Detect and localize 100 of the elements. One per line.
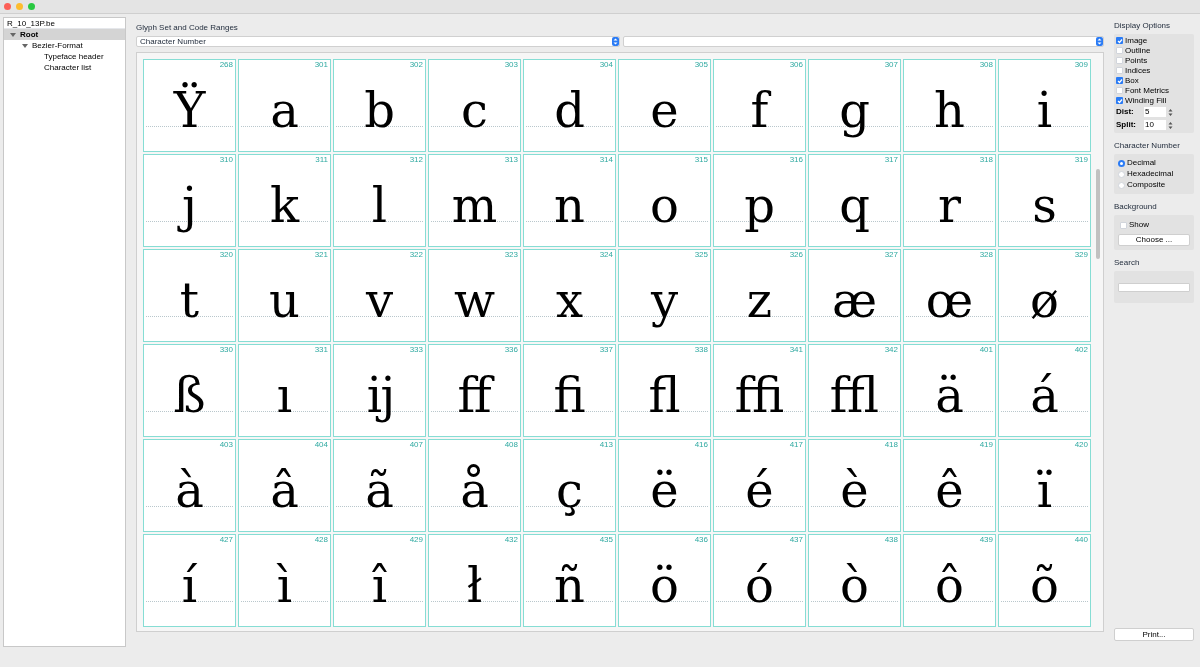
glyph-character: u [268, 270, 301, 330]
glyph-cell[interactable]: 304 d [523, 59, 616, 152]
glyph-cell[interactable]: 407 ã [333, 439, 426, 532]
radio-button[interactable] [1118, 181, 1125, 189]
glyph-cell[interactable]: 330 ß [143, 344, 236, 437]
glyph-cell[interactable]: 324 x [523, 249, 616, 342]
glyph-cell[interactable]: 321 u [238, 249, 331, 342]
checkbox[interactable] [1120, 221, 1127, 229]
glyph-cell[interactable]: 307 g [808, 59, 901, 152]
glyph-cell[interactable]: 329 ø [998, 249, 1091, 342]
glyph-cell[interactable]: 318 r [903, 154, 996, 247]
radio-button[interactable] [1118, 170, 1125, 178]
glyph-number: 342 [884, 346, 898, 354]
glyph-number: 429 [409, 536, 423, 544]
checkbox[interactable] [1116, 47, 1123, 54]
dropdown[interactable]: Character Number [136, 36, 620, 47]
glyph-cell[interactable]: 311 k [238, 154, 331, 247]
glyph-cell[interactable]: 303 c [428, 59, 521, 152]
glyph-cell[interactable]: 319 s [998, 154, 1091, 247]
glyph-cell[interactable]: 401 ä [903, 344, 996, 437]
glyph-cell[interactable]: 341 ﬃ [713, 344, 806, 437]
glyph-number: 338 [694, 346, 708, 354]
stepper-arrows-icon[interactable] [1168, 120, 1173, 130]
glyph-cell[interactable]: 403 à [143, 439, 236, 532]
glyph-cell[interactable]: 404 â [238, 439, 331, 532]
glyph-cell[interactable]: 314 n [523, 154, 616, 247]
glyph-cell[interactable]: 402 á [998, 344, 1091, 437]
glyph-character: i [1035, 80, 1054, 140]
tree-item[interactable]: Character list [4, 62, 125, 73]
checkbox[interactable] [1116, 87, 1123, 94]
glyph-cell[interactable]: 322 v [333, 249, 426, 342]
glyph-character: ß [172, 365, 207, 425]
glyph-cell[interactable]: 327 æ [808, 249, 901, 342]
glyph-cell[interactable]: 338 ﬂ [618, 344, 711, 437]
glyph-cell[interactable]: 342 ﬄ [808, 344, 901, 437]
checkbox[interactable] [1116, 67, 1123, 74]
glyph-cell[interactable]: 438 ò [808, 534, 901, 627]
search-field[interactable] [1118, 282, 1190, 292]
glyph-cell[interactable]: 268 Ÿ [143, 59, 236, 152]
radio-label: Composite [1127, 180, 1166, 190]
glyph-cell[interactable]: 416 ë [618, 439, 711, 532]
zoom-icon[interactable] [28, 3, 35, 10]
glyph-cell[interactable]: 413 ç [523, 439, 616, 532]
glyph-cell[interactable]: 317 q [808, 154, 901, 247]
glyph-cell[interactable]: 417 é [713, 439, 806, 532]
glyph-character: o [649, 175, 680, 235]
glyph-cell[interactable]: 325 y [618, 249, 711, 342]
checkbox[interactable] [1116, 57, 1123, 64]
glyph-cell[interactable]: 320 t [143, 249, 236, 342]
glyph-cell[interactable]: 331 ı [238, 344, 331, 437]
radio-button[interactable] [1118, 159, 1125, 167]
glyph-character: ê [934, 460, 965, 520]
glyph-cell[interactable]: 418 è [808, 439, 901, 532]
stepper-arrows-icon[interactable] [1168, 107, 1173, 117]
glyph-cell[interactable]: 437 ó [713, 534, 806, 627]
glyph-cell[interactable]: 420 ï [998, 439, 1091, 532]
glyph-cell[interactable]: 432 ł [428, 534, 521, 627]
glyph-cell[interactable]: 328 œ [903, 249, 996, 342]
glyph-character: ï [1035, 460, 1054, 520]
print-button[interactable]: Print... [1114, 628, 1194, 641]
glyph-cell[interactable]: 313 m [428, 154, 521, 247]
dropdown[interactable] [623, 36, 1104, 47]
number-field[interactable]: 5 [1144, 107, 1166, 117]
minimize-icon[interactable] [16, 3, 23, 10]
glyph-cell[interactable]: 310 j [143, 154, 236, 247]
glyph-cell[interactable]: 408 å [428, 439, 521, 532]
glyph-cell[interactable]: 305 e [618, 59, 711, 152]
glyph-cell[interactable]: 439 ô [903, 534, 996, 627]
glyph-cell[interactable]: 301 a [238, 59, 331, 152]
glyph-character: h [933, 80, 966, 140]
glyph-cell[interactable]: 326 z [713, 249, 806, 342]
tree-item[interactable]: Root [4, 29, 125, 40]
glyph-cell[interactable]: 315 o [618, 154, 711, 247]
glyph-cell[interactable]: 429 î [333, 534, 426, 627]
tree-item[interactable]: Typeface header [4, 51, 125, 62]
choose-button[interactable]: Choose ... [1118, 234, 1190, 246]
glyph-cell[interactable]: 306 f [713, 59, 806, 152]
glyph-cell[interactable]: 428 ì [238, 534, 331, 627]
down-triangle-icon[interactable] [22, 42, 28, 49]
glyph-cell[interactable]: 440 õ [998, 534, 1091, 627]
glyph-cell[interactable]: 419 ê [903, 439, 996, 532]
glyph-cell[interactable]: 427 í [143, 534, 236, 627]
glyph-character: v [364, 270, 395, 330]
glyph-cell[interactable]: 312 l [333, 154, 426, 247]
glyph-character: ö [649, 555, 680, 615]
glyph-cell[interactable]: 302 b [333, 59, 426, 152]
glyph-cell[interactable]: 436 ö [618, 534, 711, 627]
glyph-cell[interactable]: 316 p [713, 154, 806, 247]
glyph-cell[interactable]: 309 i [998, 59, 1091, 152]
number-field[interactable]: 10 [1144, 120, 1166, 130]
glyph-cell[interactable]: 336 ﬀ [428, 344, 521, 437]
glyph-cell[interactable]: 308 h [903, 59, 996, 152]
scrollbar-thumb[interactable] [1096, 169, 1100, 259]
close-icon[interactable] [4, 3, 11, 10]
down-triangle-icon[interactable] [10, 31, 16, 38]
glyph-cell[interactable]: 337 ﬁ [523, 344, 616, 437]
glyph-cell[interactable]: 323 w [428, 249, 521, 342]
glyph-cell[interactable]: 435 ñ [523, 534, 616, 627]
tree-item[interactable]: Bezier-Format [4, 40, 125, 51]
glyph-cell[interactable]: 333 ĳ [333, 344, 426, 437]
